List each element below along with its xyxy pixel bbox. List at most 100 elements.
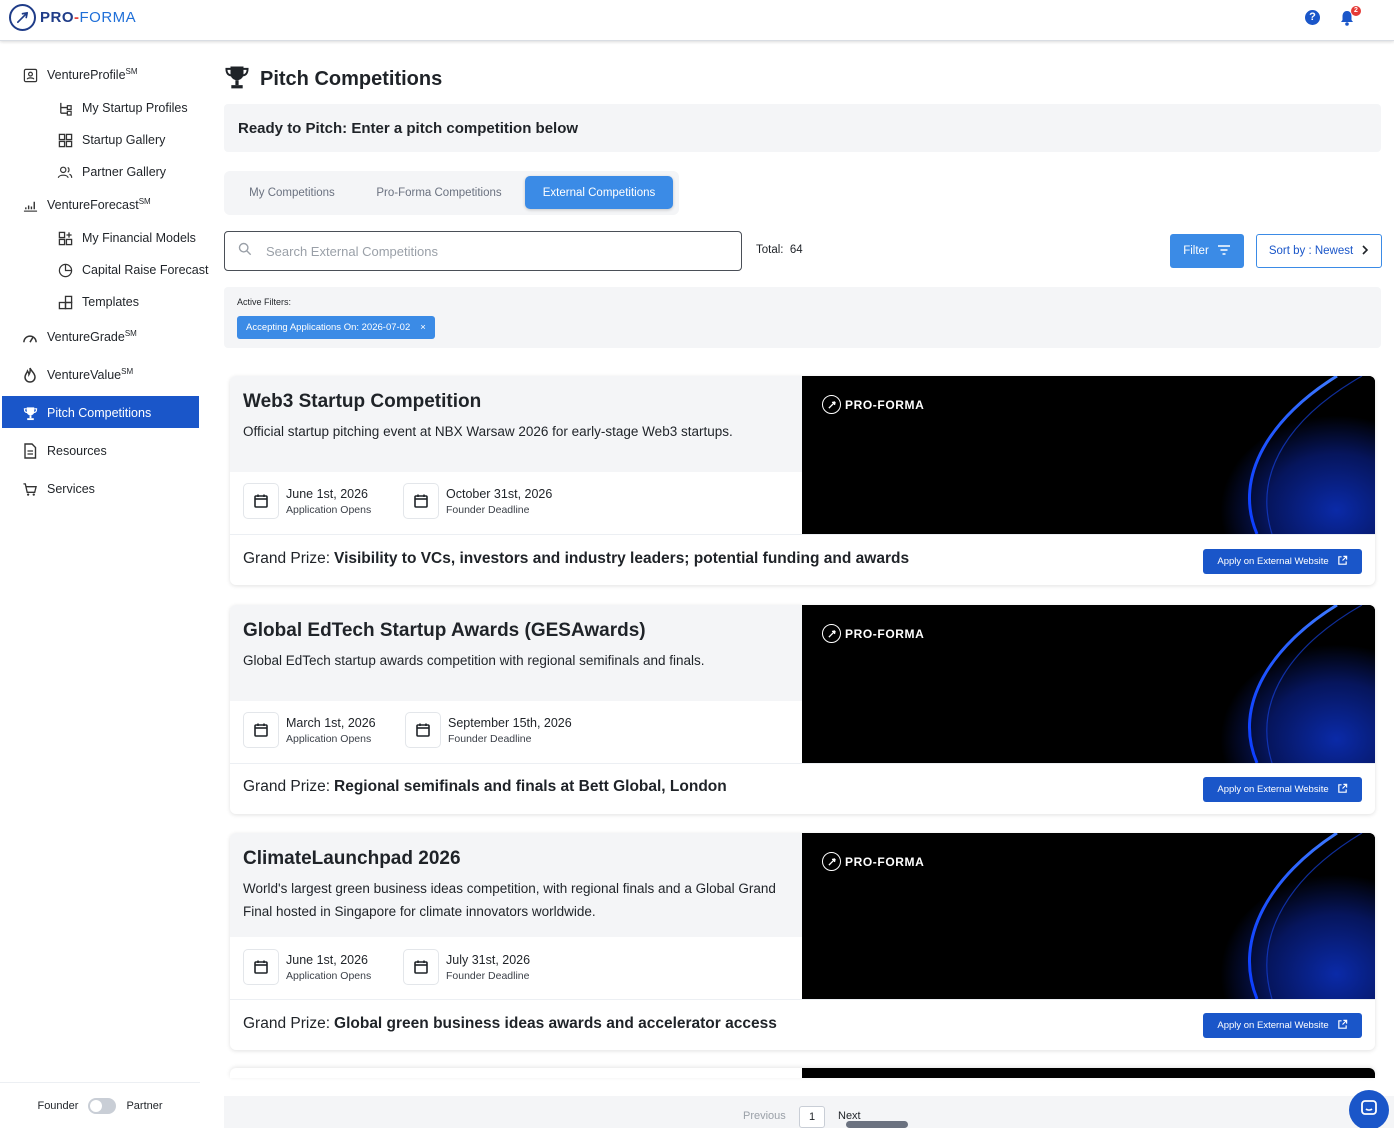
deadline-date-label: Founder Deadline bbox=[446, 969, 530, 982]
card-footer: Grand Prize: Global green business ideas … bbox=[230, 999, 1375, 1050]
hierarchy-icon bbox=[57, 100, 73, 116]
sidebar-item-venturevalue[interactable]: VentureValueSM bbox=[22, 367, 133, 383]
sidebar-item-label: VentureForecast bbox=[47, 198, 139, 213]
open-date-value: June 1st, 2026 bbox=[286, 952, 369, 967]
total-value: 64 bbox=[789, 244, 803, 256]
page-number[interactable]: 1 bbox=[799, 1106, 825, 1128]
sidebar: VentureProfileSM My Startup Profiles Sta… bbox=[0, 42, 210, 1128]
page-title: Pitch Competitions bbox=[260, 68, 443, 90]
competition-tabs: My Competitions Pro-Forma Competitions E… bbox=[224, 171, 679, 215]
service-mark: SM bbox=[124, 329, 137, 339]
external-link-icon bbox=[1337, 1019, 1348, 1033]
sidebar-item-label: Resources bbox=[47, 444, 107, 458]
competition-card: ClimateLaunchpad 2026 World's largest gr… bbox=[230, 833, 1375, 1050]
help-icon[interactable]: ? bbox=[1305, 10, 1320, 25]
trophy-icon bbox=[22, 405, 38, 421]
deadline-date-label: Founder Deadline bbox=[446, 503, 530, 516]
apply-button-label: Apply on External Website bbox=[1217, 556, 1329, 567]
template-icon bbox=[57, 294, 73, 310]
filter-button[interactable]: Filter bbox=[1170, 234, 1244, 268]
sidebar-item-capital-raise-forecast[interactable]: Capital Raise Forecast bbox=[57, 262, 208, 278]
calendar-icon bbox=[405, 712, 441, 748]
service-mark: SM bbox=[121, 367, 134, 377]
sidebar-item-label: VentureGrade bbox=[47, 330, 125, 345]
search-field[interactable] bbox=[224, 231, 742, 271]
competition-card: Global EdTech Startup Awards (GESAwards)… bbox=[230, 605, 1375, 814]
filter-chip-label: Accepting Applications On: 2026-07-02 bbox=[246, 322, 411, 333]
sidebar-item-label: Services bbox=[47, 482, 95, 496]
page-header: Pitch Competitions bbox=[224, 64, 442, 95]
chat-icon bbox=[1359, 1098, 1379, 1123]
calendar-icon bbox=[243, 949, 279, 985]
tab-external-competitions[interactable]: External Competitions bbox=[525, 176, 673, 209]
open-date: June 1st, 2026 Application Opens bbox=[243, 483, 371, 519]
apply-external-button[interactable]: Apply on External Website bbox=[1203, 1013, 1362, 1038]
open-date: June 1st, 2026 Application Opens bbox=[243, 949, 371, 985]
apply-external-button[interactable]: Apply on External Website bbox=[1203, 777, 1362, 802]
sidebar-item-label: Startup Gallery bbox=[82, 133, 166, 147]
flame-icon bbox=[22, 367, 38, 383]
service-mark: SM bbox=[138, 197, 151, 207]
pie-chart-icon bbox=[57, 262, 73, 278]
sidebar-item-my-financial-models[interactable]: My Financial Models bbox=[57, 230, 196, 246]
sidebar-item-my-startup-profiles[interactable]: My Startup Profiles bbox=[57, 100, 188, 116]
sidebar-item-templates[interactable]: Templates bbox=[57, 294, 139, 310]
card-cover-image: PRO-FORMA bbox=[802, 605, 1375, 763]
card-cover-image: PRO-FORMA bbox=[802, 376, 1375, 534]
calendar-icon bbox=[403, 483, 439, 519]
grand-prize: Grand Prize: Visibility to VCs, investors… bbox=[243, 550, 910, 567]
card-title[interactable]: Global EdTech Startup Awards (GESAwards) bbox=[243, 620, 646, 642]
card-image-brand: PRO-FORMA bbox=[822, 852, 924, 871]
card-header: ClimateLaunchpad 2026 World's largest gr… bbox=[230, 833, 802, 937]
card-title[interactable]: Web3 Startup Competition bbox=[243, 391, 481, 413]
active-filters-label: Active Filters: bbox=[237, 297, 292, 307]
search-input[interactable] bbox=[266, 243, 706, 259]
competition-card: Web3 Startup Competition Official startu… bbox=[230, 376, 1375, 585]
sort-button[interactable]: Sort by : Newest bbox=[1256, 234, 1382, 268]
filter-lines-icon bbox=[1217, 244, 1231, 259]
intro-banner: Ready to Pitch: Enter a pitch competitio… bbox=[224, 104, 1381, 152]
brand-logo[interactable]: PRO-FORMA bbox=[9, 4, 136, 31]
brand-name: PRO-FORMA bbox=[40, 9, 137, 26]
rocket-icon bbox=[822, 852, 841, 871]
sidebar-item-pitch-competitions[interactable]: Pitch Competitions bbox=[22, 405, 151, 421]
active-filters-panel: Active Filters: Accepting Applications O… bbox=[224, 287, 1381, 348]
previous-page-button[interactable]: Previous bbox=[743, 1110, 786, 1122]
open-date-label: Application Opens bbox=[286, 503, 372, 516]
card-header: Global EdTech Startup Awards (GESAwards)… bbox=[230, 605, 802, 701]
sidebar-item-label: Partner Gallery bbox=[82, 165, 167, 179]
sidebar-item-startup-gallery[interactable]: Startup Gallery bbox=[57, 132, 165, 148]
notification-badge: 2 bbox=[1351, 6, 1361, 16]
tab-pro-forma-competitions[interactable]: Pro-Forma Competitions bbox=[362, 176, 516, 209]
sidebar-item-services[interactable]: Services bbox=[22, 481, 95, 497]
total-count: Total: 64 bbox=[756, 244, 803, 256]
toggle-label-partner: Partner bbox=[126, 1099, 163, 1112]
sidebar-item-label: Capital Raise Forecast bbox=[82, 263, 209, 277]
scroll-indicator[interactable] bbox=[846, 1121, 908, 1128]
chat-button[interactable] bbox=[1349, 1090, 1389, 1128]
grand-prize-value: Regional semifinals and finals at Bett G… bbox=[334, 778, 727, 795]
card-image-brand: PRO-FORMA bbox=[822, 624, 924, 643]
chevron-right-icon bbox=[1361, 244, 1369, 258]
sidebar-item-resources[interactable]: Resources bbox=[22, 443, 107, 459]
sidebar-item-ventureprofile[interactable]: VentureProfileSM bbox=[22, 67, 138, 83]
deadline-date: September 15th, 2026 Founder Deadline bbox=[405, 712, 572, 748]
sidebar-item-label: VentureValue bbox=[47, 368, 122, 383]
deadline-date-label: Founder Deadline bbox=[448, 732, 532, 745]
deadline-date-value: September 15th, 2026 bbox=[448, 715, 572, 730]
calendar-icon bbox=[243, 483, 279, 519]
filter-chip[interactable]: Accepting Applications On: 2026-07-02 × bbox=[237, 316, 435, 339]
search-icon bbox=[238, 242, 252, 261]
sidebar-item-partner-gallery[interactable]: Partner Gallery bbox=[57, 164, 166, 180]
close-icon[interactable]: × bbox=[420, 322, 426, 333]
card-title[interactable]: ClimateLaunchpad 2026 bbox=[243, 848, 461, 870]
rocket-icon bbox=[822, 624, 841, 643]
service-mark: SM bbox=[125, 67, 138, 77]
role-toggle[interactable] bbox=[88, 1097, 117, 1114]
apply-external-button[interactable]: Apply on External Website bbox=[1203, 549, 1362, 574]
sidebar-item-ventureforecast[interactable]: VentureForecastSM bbox=[22, 197, 151, 213]
sidebar-item-venturegrade[interactable]: VentureGradeSM bbox=[22, 329, 137, 345]
tab-my-competitions[interactable]: My Competitions bbox=[230, 176, 354, 209]
users-icon bbox=[57, 164, 73, 180]
next-card-peek bbox=[230, 1068, 1375, 1078]
